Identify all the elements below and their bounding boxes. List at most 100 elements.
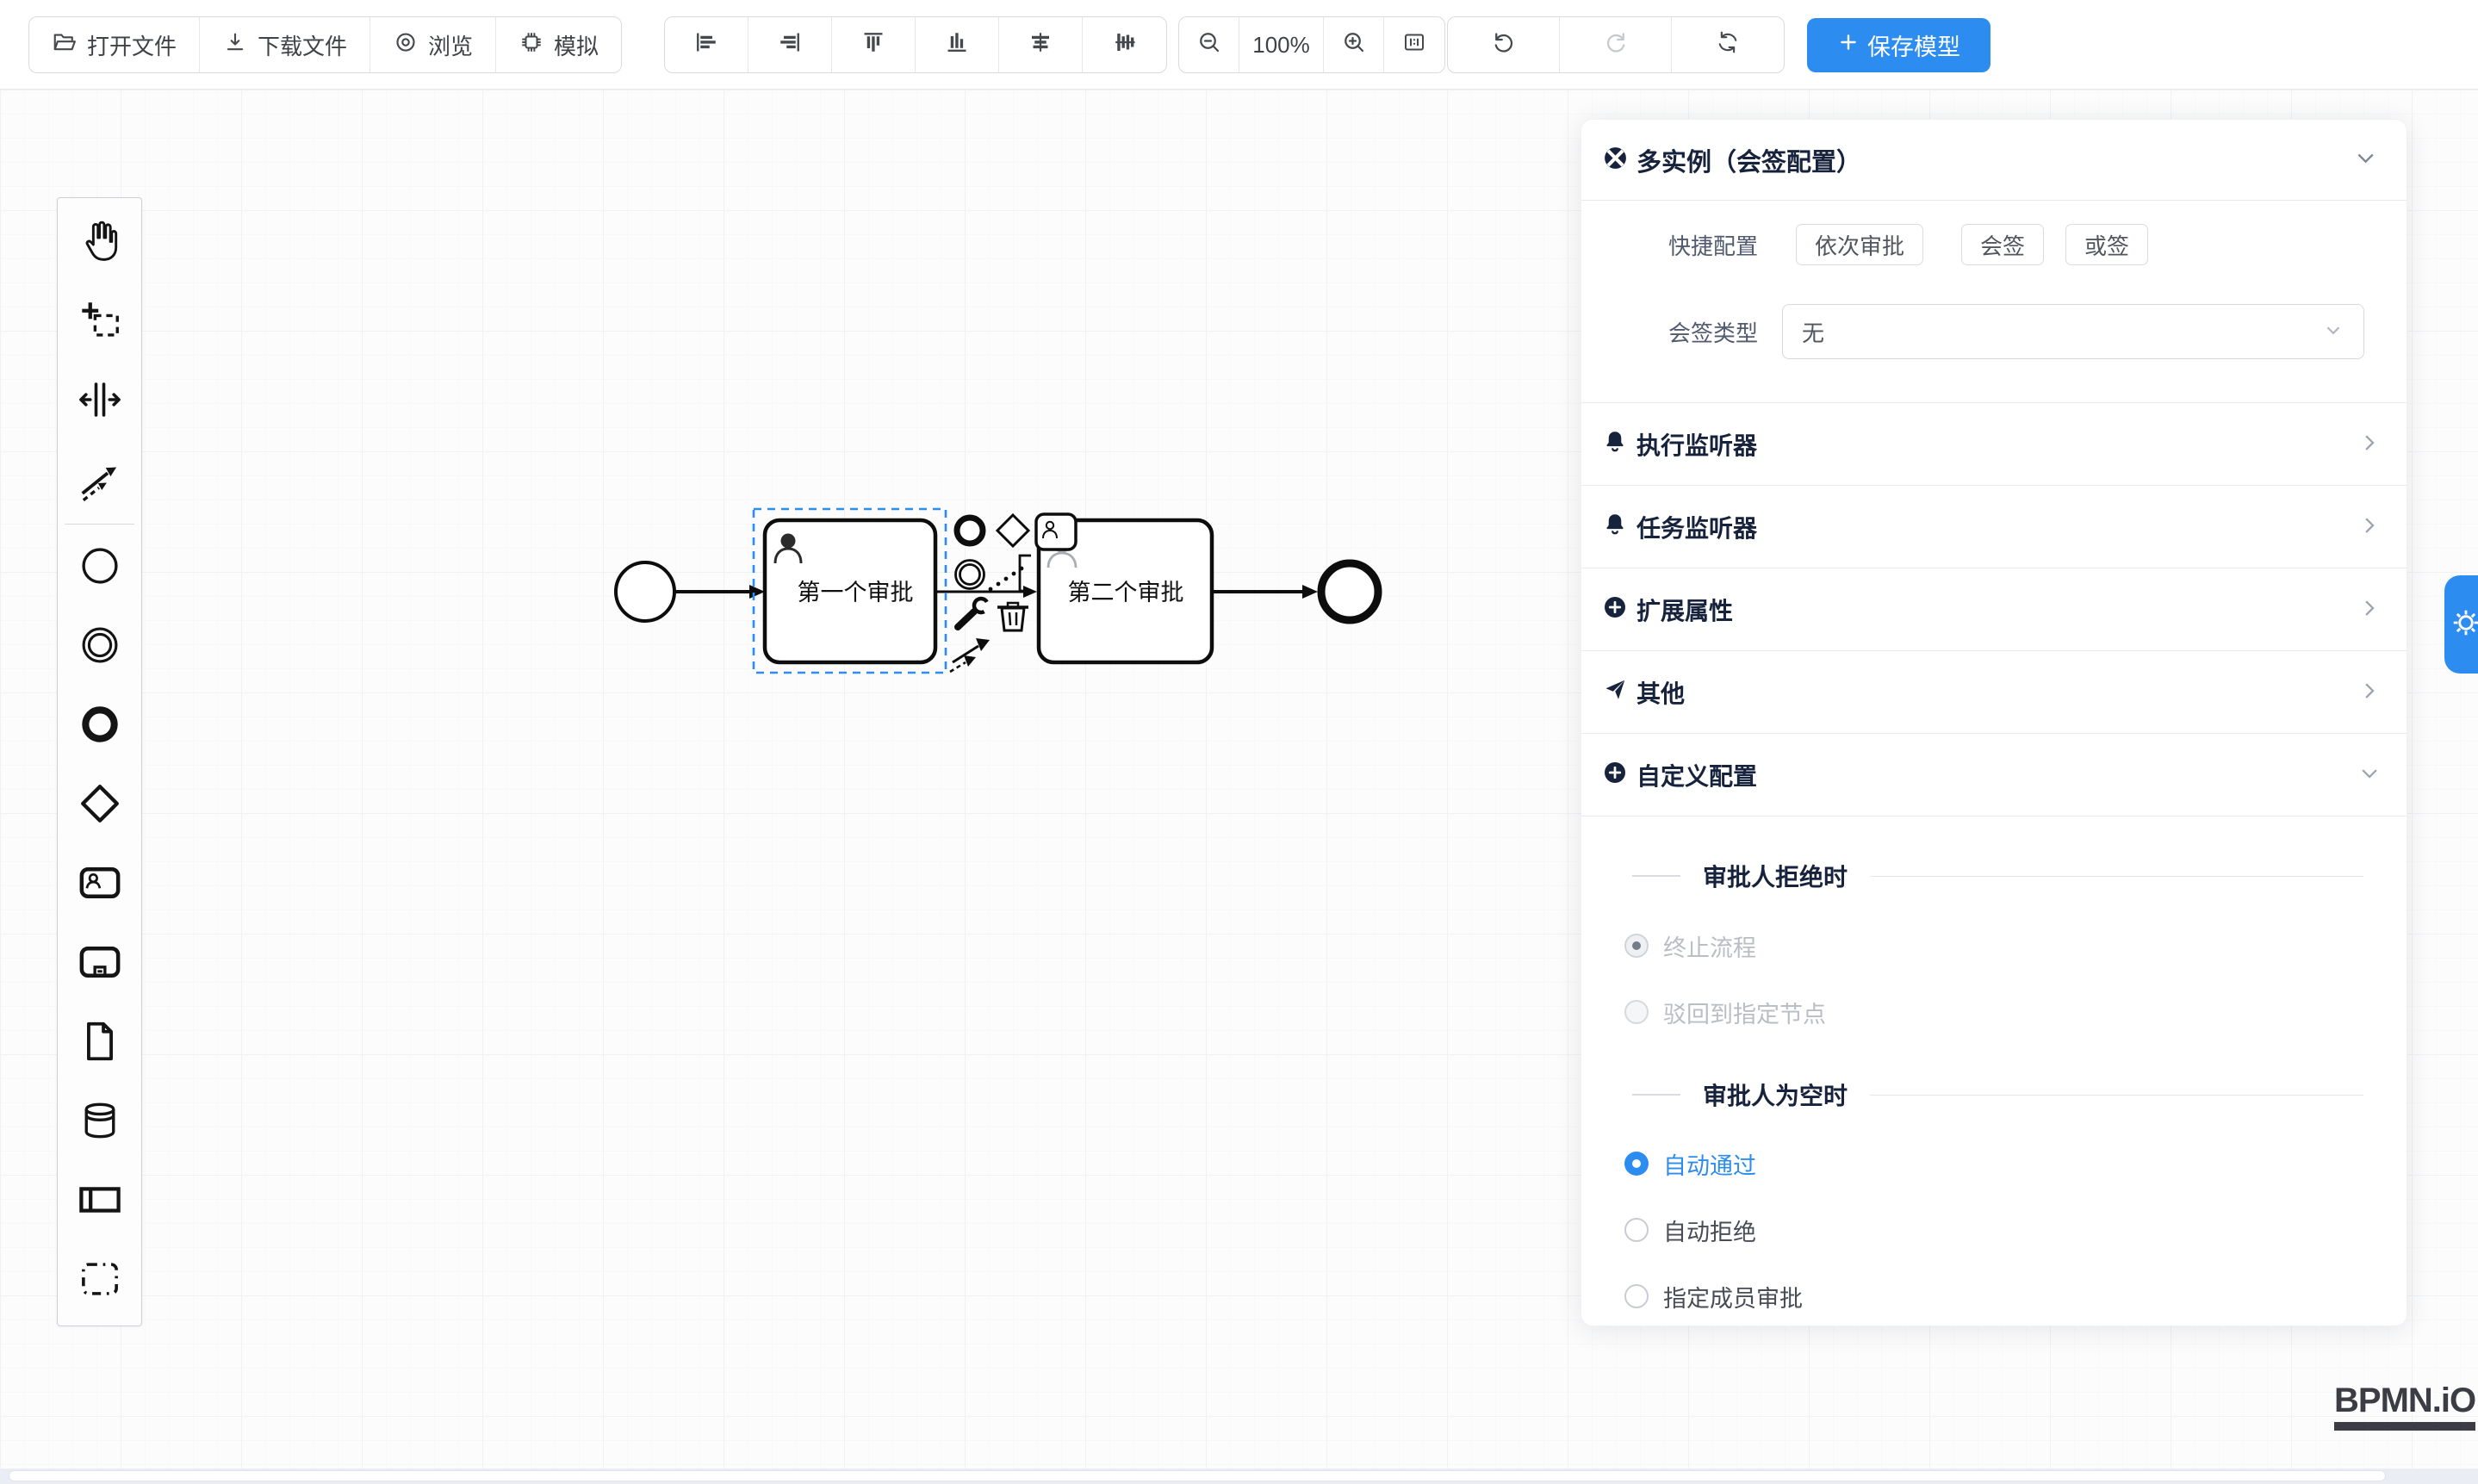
download-file-button[interactable]: 下载文件 [200, 17, 370, 72]
subprocess-icon [77, 939, 123, 990]
simulate-button[interactable]: 模拟 [496, 17, 621, 72]
palette-lasso-tool[interactable] [58, 283, 141, 362]
redo-button[interactable] [1560, 17, 1672, 72]
palette-create-data-store[interactable] [58, 1083, 141, 1162]
section-execution-listener[interactable]: 执行监听器 [1581, 402, 2407, 486]
palette-hand-tool[interactable] [58, 203, 141, 283]
folder-open-icon [52, 29, 78, 61]
chip-icon [519, 29, 544, 61]
reject-group-title: 审批人拒绝时 [1703, 859, 1848, 893]
radio-auto-pass[interactable]: 自动通过 [1581, 1138, 2407, 1189]
end-event-shape[interactable] [1321, 563, 1378, 620]
palette-create-participant[interactable] [58, 1162, 141, 1241]
align-right-icon [777, 29, 803, 61]
zoom-level[interactable]: 100% [1239, 17, 1324, 72]
zoom-reset-button[interactable] [1384, 17, 1444, 72]
align-left-icon [693, 29, 719, 61]
gateway-icon [77, 780, 123, 831]
plus-icon [1837, 31, 1860, 59]
section-other[interactable]: 其他 [1581, 651, 2407, 734]
gear-icon [2450, 606, 2478, 643]
append-intermediate-event-icon[interactable] [956, 561, 984, 589]
radio-auto-reject[interactable]: 自动拒绝 [1581, 1204, 2407, 1256]
trash-icon[interactable] [997, 603, 1028, 630]
palette-create-group[interactable] [58, 1241, 141, 1320]
preview-button[interactable]: 浏览 [370, 17, 496, 72]
chevron-right-icon [2357, 596, 2381, 624]
space-tool-icon [77, 376, 123, 427]
palette-space-tool[interactable] [58, 362, 141, 441]
align-left-button[interactable] [665, 17, 748, 72]
plus-circle-icon [1602, 760, 1628, 790]
quick-config-sequential-button[interactable]: 依次审批 [1796, 224, 1923, 265]
radio-terminate-process[interactable]: 终止流程 [1581, 920, 2407, 972]
palette-create-subprocess[interactable] [58, 924, 141, 1003]
sign-type-label: 会签类型 [1581, 316, 1758, 348]
group-icon [77, 1256, 123, 1307]
quick-config-orsign-button[interactable]: 或签 [2065, 224, 2148, 265]
palette-create-end-event[interactable] [58, 686, 141, 766]
palette-create-intermediate-event[interactable] [58, 607, 141, 686]
zoom-in-icon [1341, 29, 1367, 61]
preview-label: 浏览 [428, 29, 473, 61]
simulate-label: 模拟 [554, 29, 599, 61]
wrench-icon[interactable] [958, 596, 991, 627]
align-center-vertical-button[interactable] [1083, 17, 1166, 72]
task1-label: 第一个审批 [798, 580, 914, 605]
reject-group-heading: 审批人拒绝时 [1581, 850, 2407, 902]
bpmn-io-logo[interactable]: BPMN.iO [2334, 1382, 2475, 1431]
undo-button[interactable] [1448, 17, 1560, 72]
align-top-button[interactable] [832, 17, 916, 72]
section-custom-config[interactable]: 自定义配置 [1581, 734, 2407, 817]
append-end-event-icon[interactable] [957, 518, 983, 543]
properties-panel: 多实例（会签配置） 快捷配置 依次审批 会签 或签 会签类型 无 [1581, 119, 2407, 1326]
data-store-icon [77, 1097, 123, 1148]
radio-unselected[interactable] [1624, 1218, 1649, 1242]
refresh-button[interactable] [1672, 17, 1784, 72]
radio-selected[interactable] [1624, 1152, 1649, 1176]
redo-icon [1603, 29, 1629, 61]
radio-unselected[interactable] [1624, 1284, 1649, 1308]
horizontal-scrollbar-thumb[interactable] [9, 1470, 2386, 1481]
radio-return-to-node[interactable]: 驳回到指定节点 [1581, 986, 2407, 1038]
palette-global-connect-tool[interactable] [58, 441, 141, 520]
end-event-icon [77, 701, 123, 752]
append-gateway-icon[interactable] [997, 515, 1028, 546]
palette-create-user-task[interactable] [58, 845, 141, 924]
zoom-in-button[interactable] [1324, 17, 1384, 72]
quick-config-label: 快捷配置 [1581, 229, 1758, 261]
save-model-button[interactable]: 保存模型 [1807, 18, 1990, 72]
zoom-out-button[interactable] [1179, 17, 1239, 72]
divider-line [1632, 875, 1680, 877]
palette-create-data-object[interactable] [58, 1003, 141, 1083]
quick-config-countersign-button[interactable]: 会签 [1961, 224, 2044, 265]
radio-selected-disabled[interactable] [1624, 934, 1649, 958]
settings-tab[interactable] [2444, 575, 2478, 674]
diagram-canvas[interactable]: 第一个审批 第二个审批 [0, 90, 2478, 1484]
intermediate-event-icon [77, 622, 123, 673]
lasso-tool-icon [77, 297, 123, 348]
user-task-icon [77, 860, 123, 910]
align-bottom-button[interactable] [916, 17, 999, 72]
start-event-shape[interactable] [616, 562, 674, 621]
multi-instance-icon [1602, 145, 1629, 176]
palette-create-start-event[interactable] [58, 528, 141, 607]
append-task-icon[interactable] [1036, 514, 1076, 550]
chevron-right-icon [2357, 513, 2381, 541]
section-task-listener[interactable]: 任务监听器 [1581, 486, 2407, 568]
align-center-horizontal-button[interactable] [999, 17, 1083, 72]
connect-icon[interactable] [950, 638, 990, 672]
download-file-label: 下载文件 [258, 29, 347, 61]
chevron-down-icon [2322, 319, 2344, 345]
text-annotation-icon[interactable] [1020, 556, 1031, 591]
undo-icon [1491, 29, 1517, 61]
global-connect-tool-icon [77, 456, 123, 506]
radio-unselected-disabled[interactable] [1624, 1000, 1649, 1024]
sign-type-select[interactable]: 无 [1782, 304, 2364, 359]
multi-instance-header[interactable]: 多实例（会签配置） [1581, 120, 2407, 201]
radio-assign-member[interactable]: 指定成员审批 [1581, 1270, 2407, 1322]
palette-create-gateway[interactable] [58, 766, 141, 845]
align-right-button[interactable] [748, 17, 832, 72]
open-file-button[interactable]: 打开文件 [29, 17, 200, 72]
section-extended-properties[interactable]: 扩展属性 [1581, 568, 2407, 651]
